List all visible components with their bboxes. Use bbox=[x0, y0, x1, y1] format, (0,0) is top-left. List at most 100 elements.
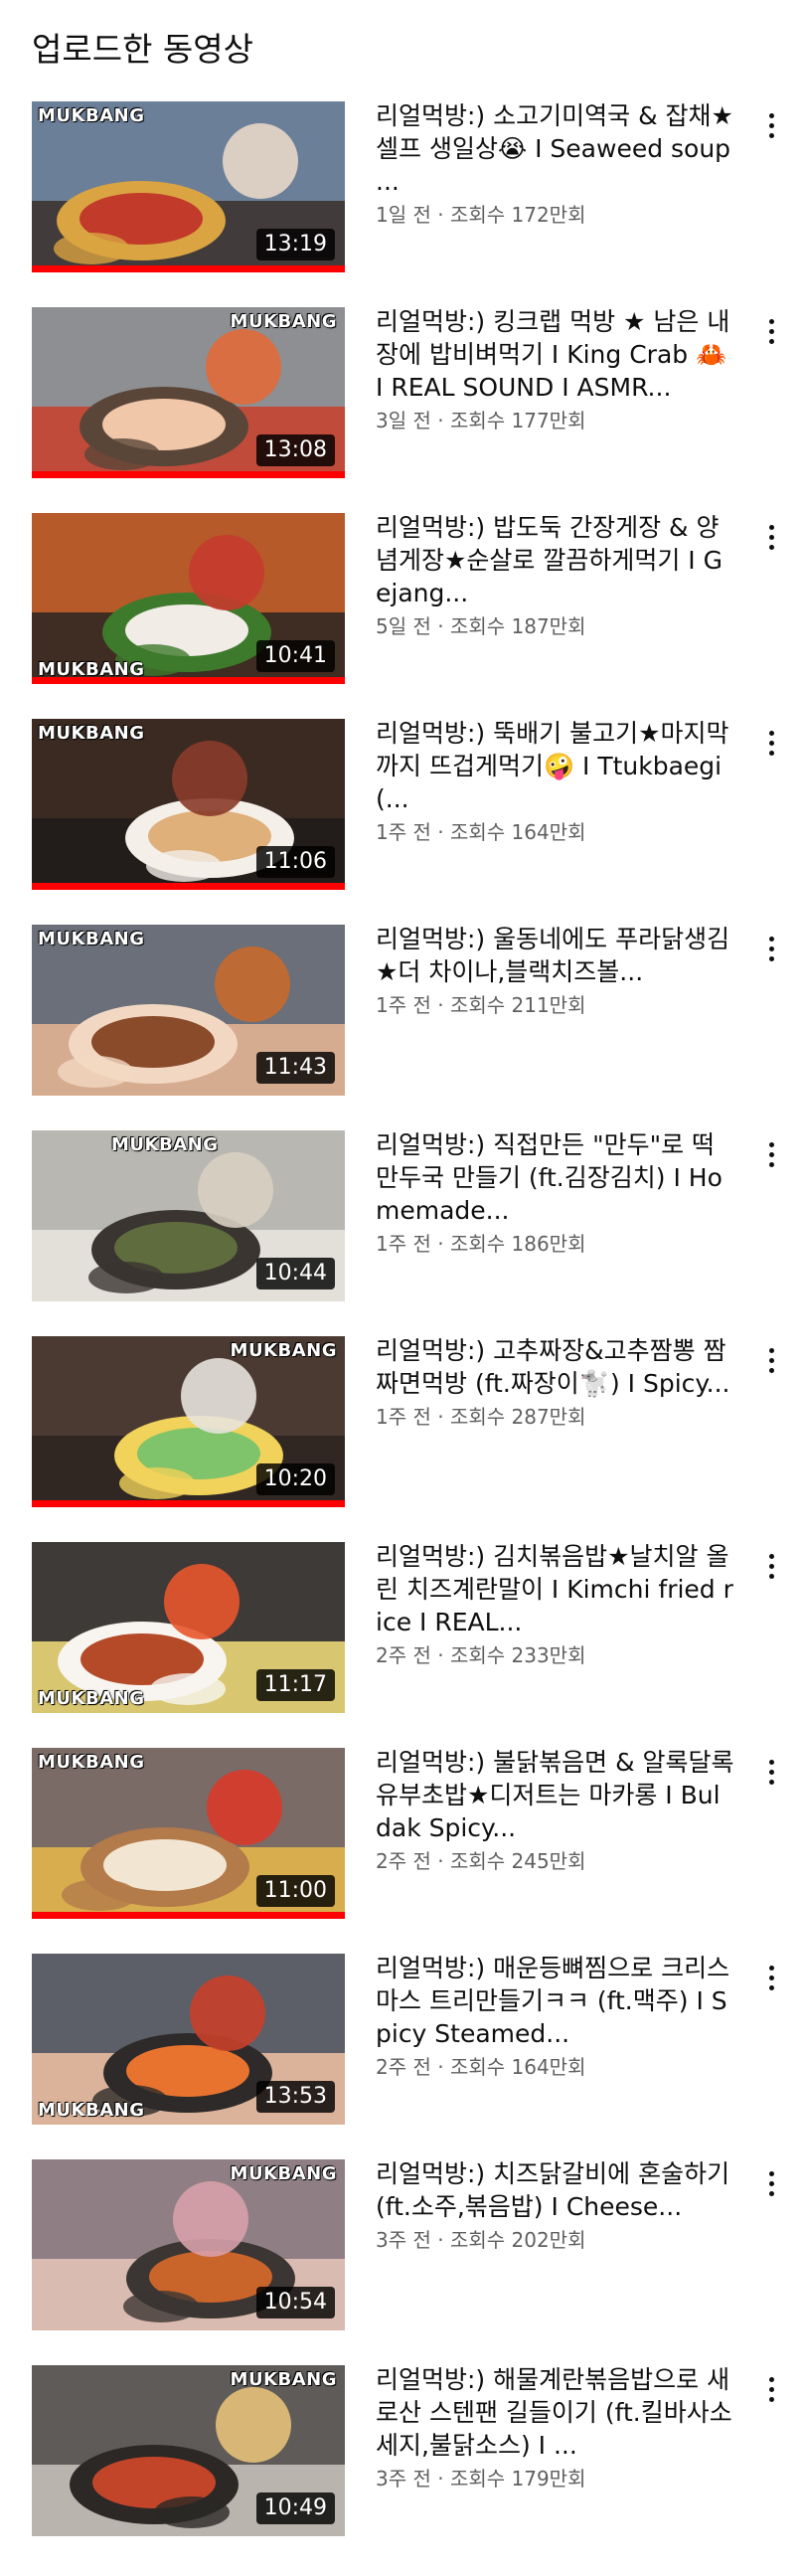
video-item[interactable]: MUKBANG 13:19 리얼먹방:) 소고기미역국 & 잡채★셀프 생일상😭… bbox=[0, 101, 804, 307]
video-duration: 10:44 bbox=[255, 1258, 335, 1289]
video-item[interactable]: MUKBANG 10:41 리얼먹방:) 밥도둑 간장게장 & 양념게장★순살로… bbox=[0, 513, 804, 719]
video-info[interactable]: 리얼먹방:) 울동네에도 푸라닭생김★더 차이나,블랙치즈볼... 1주 전 ·… bbox=[376, 923, 735, 1020]
video-title[interactable]: 리얼먹방:) 불닭볶음면 & 알록달록 유부초밥★디저트는 마카롱 I Buld… bbox=[376, 1746, 735, 1844]
more-vert-icon-dot bbox=[768, 524, 774, 530]
video-title[interactable]: 리얼먹방:) 킹크랩 먹방 ★ 남은 내장에 밥비벼먹기 I King Crab… bbox=[376, 305, 735, 404]
video-item[interactable]: MUKBANG 10:20 리얼먹방:) 고추짜장&고추짬뽕 짬짜면먹방 (ft… bbox=[0, 1336, 804, 1542]
video-item[interactable]: MUKBANG 13:53 리얼먹방:) 매운등뼈찜으로 크리스마스 트리만들기… bbox=[0, 1954, 804, 2159]
watch-progress-bar bbox=[32, 883, 345, 890]
video-title[interactable]: 리얼먹방:) 직접만든 "만두"로 떡만두국 만들기 (ft.김장김치) I H… bbox=[376, 1128, 735, 1227]
thumb-face bbox=[181, 1358, 256, 1434]
video-info[interactable]: 리얼먹방:) 매운등뼈찜으로 크리스마스 트리만들기ㅋㅋ (ft.맥주) I S… bbox=[376, 1952, 735, 2082]
mukbang-badge: MUKBANG bbox=[230, 2369, 337, 2390]
video-duration: 11:00 bbox=[255, 1875, 335, 1907]
thumb-face bbox=[206, 329, 281, 405]
mukbang-badge: MUKBANG bbox=[38, 105, 145, 126]
more-options-button[interactable] bbox=[755, 1546, 787, 1586]
video-item[interactable]: MUKBANG 11:00 리얼먹방:) 불닭볶음면 & 알록달록 유부초밥★디… bbox=[0, 1748, 804, 1954]
video-thumbnail[interactable]: MUKBANG 13:19 bbox=[32, 101, 345, 272]
video-title[interactable]: 리얼먹방:) 매운등뼈찜으로 크리스마스 트리만들기ㅋㅋ (ft.맥주) I S… bbox=[376, 1952, 735, 2050]
video-item[interactable]: MUKBANG 11:06 리얼먹방:) 뚝배기 불고기★마지막까지 뜨겁게먹기… bbox=[0, 719, 804, 925]
more-options-button[interactable] bbox=[755, 1752, 787, 1792]
video-info[interactable]: 리얼먹방:) 김치볶음밥★날치알 올린 치즈계란말이 I Kimchi frie… bbox=[376, 1540, 735, 1670]
watch-progress-bar bbox=[32, 1500, 345, 1507]
video-title[interactable]: 리얼먹방:) 울동네에도 푸라닭생김★더 차이나,블랙치즈볼... bbox=[376, 923, 735, 988]
video-title[interactable]: 리얼먹방:) 소고기미역국 & 잡채★셀프 생일상😭 I Seaweed sou… bbox=[376, 99, 735, 198]
more-options-button[interactable] bbox=[755, 1958, 787, 1997]
thumb-face bbox=[198, 1152, 273, 1228]
video-duration: 13:19 bbox=[255, 229, 335, 260]
thumb-side-dish bbox=[150, 1673, 226, 1705]
video-thumbnail[interactable]: MUKBANG 10:49 bbox=[32, 2365, 345, 2536]
video-info[interactable]: 리얼먹방:) 직접만든 "만두"로 떡만두국 만들기 (ft.김장김치) I H… bbox=[376, 1128, 735, 1259]
more-vert-icon-dot bbox=[768, 112, 774, 118]
video-thumbnail[interactable]: MUKBANG 11:06 bbox=[32, 719, 345, 890]
video-meta: 5일 전 · 조회수 187만회 bbox=[376, 614, 586, 638]
video-title[interactable]: 리얼먹방:) 뚝배기 불고기★마지막까지 뜨겁게먹기🤪 I Ttukbaegi(… bbox=[376, 717, 735, 815]
video-thumbnail[interactable]: MUKBANG 10:44 bbox=[32, 1130, 345, 1301]
video-item[interactable]: MUKBANG 10:49 리얼먹방:) 해물계란볶음밥으로 새로산 스텐팬 길… bbox=[0, 2365, 804, 2571]
video-meta: 1주 전 · 조회수 164만회 bbox=[376, 820, 586, 844]
video-item[interactable]: MUKBANG 11:43 리얼먹방:) 울동네에도 푸라닭생김★더 차이나,블… bbox=[0, 925, 804, 1130]
video-title[interactable]: 리얼먹방:) 밥도둑 간장게장 & 양념게장★순살로 깔끔하게먹기 I Geja… bbox=[376, 511, 735, 609]
video-info[interactable]: 리얼먹방:) 고추짜장&고추짬뽕 짬짜면먹방 (ft.짜장이🐩) I Spicy… bbox=[376, 1334, 735, 1432]
more-options-button[interactable] bbox=[755, 2369, 787, 2409]
more-vert-icon-dot bbox=[768, 328, 774, 334]
video-item[interactable]: MUKBANG 10:44 리얼먹방:) 직접만든 "만두"로 떡만두국 만들기… bbox=[0, 1130, 804, 1336]
more-vert-icon-dot bbox=[768, 1161, 774, 1167]
video-info[interactable]: 리얼먹방:) 킹크랩 먹방 ★ 남은 내장에 밥비벼먹기 I King Crab… bbox=[376, 305, 735, 435]
video-title[interactable]: 리얼먹방:) 고추짜장&고추짬뽕 짬짜면먹방 (ft.짜장이🐩) I Spicy… bbox=[376, 1334, 735, 1400]
video-meta: 2주 전 · 조회수 245만회 bbox=[376, 1849, 586, 1873]
video-thumbnail[interactable]: MUKBANG 11:43 bbox=[32, 925, 345, 1096]
thumb-face bbox=[215, 946, 290, 1022]
more-options-button[interactable] bbox=[755, 723, 787, 763]
more-vert-icon-dot bbox=[768, 534, 774, 540]
mukbang-badge: MUKBANG bbox=[38, 2100, 145, 2121]
mukbang-badge: MUKBANG bbox=[38, 1688, 145, 1709]
video-item[interactable]: MUKBANG 13:08 리얼먹방:) 킹크랩 먹방 ★ 남은 내장에 밥비벼… bbox=[0, 307, 804, 513]
more-vert-icon-dot bbox=[768, 2386, 774, 2392]
more-options-button[interactable] bbox=[755, 1340, 787, 1380]
video-info[interactable]: 리얼먹방:) 뚝배기 불고기★마지막까지 뜨겁게먹기🤪 I Ttukbaegi(… bbox=[376, 717, 735, 847]
video-title[interactable]: 리얼먹방:) 김치볶음밥★날치알 올린 치즈계란말이 I Kimchi frie… bbox=[376, 1540, 735, 1638]
video-item[interactable]: MUKBANG 10:54 리얼먹방:) 치즈닭갈비에 혼술하기 (ft.소주,… bbox=[0, 2159, 804, 2365]
more-options-button[interactable] bbox=[755, 1134, 787, 1174]
more-options-button[interactable] bbox=[755, 2163, 787, 2203]
video-meta: 2주 전 · 조회수 164만회 bbox=[376, 2055, 586, 2079]
video-info[interactable]: 리얼먹방:) 해물계란볶음밥으로 새로산 스텐팬 길들이기 (ft.킬바사소세지… bbox=[376, 2363, 735, 2493]
watch-progress-bar bbox=[32, 265, 345, 272]
thumb-side-dish bbox=[146, 850, 222, 882]
video-thumbnail[interactable]: MUKBANG 11:17 bbox=[32, 1542, 345, 1713]
video-thumbnail[interactable]: MUKBANG 10:41 bbox=[32, 513, 345, 684]
video-meta: 3주 전 · 조회수 202만회 bbox=[376, 2228, 586, 2252]
thumb-face bbox=[189, 535, 264, 610]
more-vert-icon-dot bbox=[768, 122, 774, 128]
mukbang-badge: MUKBANG bbox=[230, 2163, 337, 2184]
video-info[interactable]: 리얼먹방:) 밥도둑 간장게장 & 양념게장★순살로 깔끔하게먹기 I Geja… bbox=[376, 511, 735, 641]
video-info[interactable]: 리얼먹방:) 불닭볶음면 & 알록달록 유부초밥★디저트는 마카롱 I Buld… bbox=[376, 1746, 735, 1876]
more-options-button[interactable] bbox=[755, 105, 787, 145]
more-vert-icon-dot bbox=[768, 318, 774, 324]
video-duration: 11:43 bbox=[255, 1052, 335, 1084]
thumb-side-dish bbox=[154, 2496, 230, 2528]
video-thumbnail[interactable]: MUKBANG 13:08 bbox=[32, 307, 345, 478]
video-thumbnail[interactable]: MUKBANG 11:00 bbox=[32, 1748, 345, 1919]
video-thumbnail[interactable]: MUKBANG 10:54 bbox=[32, 2159, 345, 2330]
mukbang-badge: MUKBANG bbox=[230, 311, 337, 332]
thumb-side-dish bbox=[54, 233, 129, 264]
more-options-button[interactable] bbox=[755, 311, 787, 351]
more-vert-icon-dot bbox=[768, 544, 774, 550]
more-options-button[interactable] bbox=[755, 929, 787, 968]
video-info[interactable]: 리얼먹방:) 소고기미역국 & 잡채★셀프 생일상😭 I Seaweed sou… bbox=[376, 99, 735, 230]
video-thumbnail[interactable]: MUKBANG 10:20 bbox=[32, 1336, 345, 1507]
more-options-button[interactable] bbox=[755, 517, 787, 557]
more-vert-icon-dot bbox=[768, 2396, 774, 2402]
thumb-face bbox=[173, 2181, 248, 2257]
video-title[interactable]: 리얼먹방:) 치즈닭갈비에 혼술하기 (ft.소주,볶음밥) I Cheese.… bbox=[376, 2157, 735, 2223]
video-info[interactable]: 리얼먹방:) 치즈닭갈비에 혼술하기 (ft.소주,볶음밥) I Cheese.… bbox=[376, 2157, 735, 2255]
more-vert-icon-dot bbox=[768, 955, 774, 961]
video-thumbnail[interactable]: MUKBANG 13:53 bbox=[32, 1954, 345, 2125]
video-item[interactable]: MUKBANG 11:17 리얼먹방:) 김치볶음밥★날치알 올린 치즈계란말이… bbox=[0, 1542, 804, 1748]
video-meta: 3일 전 · 조회수 177만회 bbox=[376, 409, 586, 432]
video-title[interactable]: 리얼먹방:) 해물계란볶음밥으로 새로산 스텐팬 길들이기 (ft.킬바사소세지… bbox=[376, 2363, 735, 2462]
